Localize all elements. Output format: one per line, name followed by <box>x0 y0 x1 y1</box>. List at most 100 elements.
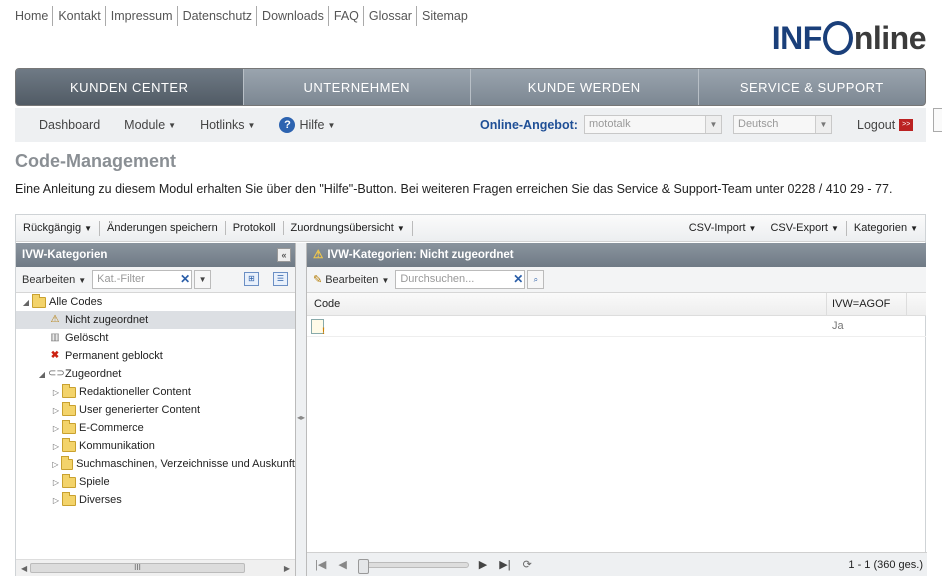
scroll-right-icon[interactable]: ▶ <box>284 564 290 573</box>
subnav-module[interactable]: Module ▼ <box>124 118 176 132</box>
tab-unternehmen[interactable]: UNTERNEHMEN <box>244 69 471 105</box>
document-warning-icon <box>311 318 325 336</box>
collapsed-arrow-icon[interactable]: ▷ <box>50 478 62 487</box>
expanded-arrow-icon[interactable]: ◢ <box>36 370 48 379</box>
code-management-app: Rückgängig ▼ Änderungen speichern Protoko… <box>15 214 927 576</box>
log-button[interactable]: Protokoll <box>226 221 284 235</box>
csv-export-button[interactable]: CSV-Export ▼ <box>763 220 847 236</box>
help-icon: ? <box>279 117 296 133</box>
tree-node-permanent-geblockt[interactable]: ✖ Permanent geblockt <box>16 347 295 365</box>
clear-icon[interactable]: ✕ <box>180 271 190 288</box>
expanded-arrow-icon[interactable]: ◢ <box>20 298 32 307</box>
language-select[interactable]: Deutsch ▼ <box>733 115 832 134</box>
search-icon[interactable]: ⌕ <box>527 270 545 289</box>
tree-node-redaktioneller-content[interactable]: ▷ Redaktioneller Content <box>16 383 295 401</box>
link-downloads[interactable]: Downloads <box>257 6 329 26</box>
caret-down-icon: ▼ <box>381 275 390 285</box>
csv-import-button[interactable]: CSV-Import ▼ <box>682 221 764 236</box>
tree-node-zugeordnet[interactable]: ◢ ⊂⊃ Zugeordnet <box>16 365 295 383</box>
undo-label: Rückgängig <box>23 221 82 234</box>
codes-panel-tools: ✎ Bearbeiten ▼ Durchsuchen... ✕ ⌕ <box>307 267 926 293</box>
search-input[interactable]: Durchsuchen... ✕ <box>395 270 526 289</box>
tree-node-suchmaschinen[interactable]: ▷ Suchmaschinen, Verzeichnisse und Ausku… <box>16 455 295 473</box>
tree-node-label: User generierter Content <box>79 404 201 416</box>
online-angebot-select[interactable]: mototalk ▼ <box>584 115 722 134</box>
subnav-dashboard[interactable]: Dashboard <box>39 118 100 132</box>
link-datenschutz[interactable]: Datenschutz <box>178 6 258 26</box>
collapse-icon[interactable]: « <box>277 248 291 262</box>
column-code[interactable]: Code <box>307 293 827 315</box>
infonline-logo[interactable]: INF nline <box>772 20 927 57</box>
table-row[interactable]: Ja <box>307 316 926 337</box>
link-home[interactable]: Home <box>10 6 54 26</box>
panel-splitter[interactable]: ◂▸ <box>296 243 306 576</box>
tab-kunden-center[interactable]: KUNDEN CENTER <box>16 69 244 105</box>
tree-node-label: Zugeordnet <box>65 368 122 380</box>
side-tab[interactable] <box>933 108 942 132</box>
edit-icon: ✎ <box>313 274 323 286</box>
refresh-icon[interactable]: ⟳ <box>523 558 532 571</box>
overview-button[interactable]: Zuordnungsübersicht ▼ <box>284 220 413 236</box>
categories-label: Kategorien <box>853 221 908 234</box>
tree-node-user-generierter-content[interactable]: ▷ User generierter Content <box>16 401 295 419</box>
csv-export-label: CSV-Export <box>770 221 828 234</box>
folder-icon <box>62 437 76 452</box>
tree-node-nicht-zugeordnet[interactable]: ⚠ Nicht zugeordnet <box>16 311 295 329</box>
link-icon: ⊂⊃ <box>48 368 65 379</box>
link-faq[interactable]: FAQ <box>329 6 364 26</box>
categories-panel-header: IVW-Kategorien « <box>16 243 295 267</box>
tab-kunde-werden[interactable]: KUNDE WERDEN <box>471 69 699 105</box>
categories-button[interactable]: Kategorien ▼ <box>847 221 925 236</box>
first-page-icon[interactable]: |◀ <box>315 558 326 571</box>
category-filter-input[interactable]: Kat.-Filter ✕ <box>92 270 193 289</box>
edit-label: Bearbeiten <box>325 273 379 286</box>
expand-all-icon[interactable]: ⊞ <box>244 272 259 286</box>
collapsed-arrow-icon[interactable]: ▷ <box>50 424 62 433</box>
codes-panel-header: ⚠ IVW-Kategorien: Nicht zugeordnet <box>307 243 926 267</box>
logout-label: Logout <box>857 118 896 132</box>
tab-service-support[interactable]: SERVICE & SUPPORT <box>699 69 926 105</box>
page-slider[interactable] <box>357 558 469 574</box>
collapsed-arrow-icon[interactable]: ▷ <box>50 496 62 505</box>
subnav-hotlinks[interactable]: Hotlinks ▼ <box>200 118 255 132</box>
cell-code <box>307 316 827 336</box>
horizontal-scrollbar[interactable]: ◀ III ▶ <box>16 559 295 576</box>
collapsed-arrow-icon[interactable]: ▷ <box>50 460 61 469</box>
list-view-icon[interactable]: ☰ <box>273 272 288 286</box>
prev-page-icon[interactable]: ◀ <box>338 558 346 571</box>
tree-node-spiele[interactable]: ▷ Spiele <box>16 473 295 491</box>
link-impressum[interactable]: Impressum <box>106 6 178 26</box>
save-button[interactable]: Änderungen speichern <box>100 221 226 235</box>
tree-node-alle-codes[interactable]: ◢ Alle Codes <box>16 293 295 311</box>
collapsed-arrow-icon[interactable]: ▷ <box>50 406 62 415</box>
link-glossar[interactable]: Glossar <box>364 6 417 26</box>
tree-node-label: Diverses <box>79 494 122 506</box>
column-ivw-agof[interactable]: IVW=AGOF <box>827 293 907 315</box>
scroll-left-icon[interactable]: ◀ <box>21 564 27 573</box>
caret-down-icon: ▼ <box>748 223 757 233</box>
subnav-hilfe[interactable]: ? Hilfe ▼ <box>279 117 335 133</box>
edit-label: Bearbeiten <box>22 273 76 286</box>
overview-label: Zuordnungsübersicht <box>290 221 394 234</box>
folder-open-icon <box>32 293 46 308</box>
clear-icon[interactable]: ✕ <box>513 271 523 288</box>
link-kontakt[interactable]: Kontakt <box>53 6 106 26</box>
undo-button[interactable]: Rückgängig ▼ <box>16 220 101 236</box>
last-page-icon[interactable]: ▶| <box>499 558 510 571</box>
edit-codes-button[interactable]: Bearbeiten ▼ <box>325 274 389 286</box>
tree-node-kommunikation[interactable]: ▷ Kommunikation <box>16 437 295 455</box>
link-sitemap[interactable]: Sitemap <box>417 6 472 26</box>
tree-node-e-commerce[interactable]: ▷ E-Commerce <box>16 419 295 437</box>
edit-categories-button[interactable]: Bearbeiten ▼ <box>22 274 86 286</box>
next-page-icon[interactable]: ▶ <box>479 558 487 571</box>
logout-button[interactable]: Logout >> <box>857 118 914 132</box>
collapsed-arrow-icon[interactable]: ▷ <box>50 388 62 397</box>
tree-node-diverses[interactable]: ▷ Diverses <box>16 491 295 509</box>
codes-table-header: Code IVW=AGOF <box>307 293 926 316</box>
filter-dropdown-icon[interactable]: ▼ <box>194 270 212 289</box>
scrollbar-thumb[interactable]: III <box>30 563 245 573</box>
category-tree: ◢ Alle Codes ⚠ Nicht zugeordnet ▥ Gelösc… <box>16 293 295 509</box>
collapsed-arrow-icon[interactable]: ▷ <box>50 442 62 451</box>
blocked-icon: ✖ <box>50 350 60 361</box>
tree-node-geloescht[interactable]: ▥ Gelöscht <box>16 329 295 347</box>
